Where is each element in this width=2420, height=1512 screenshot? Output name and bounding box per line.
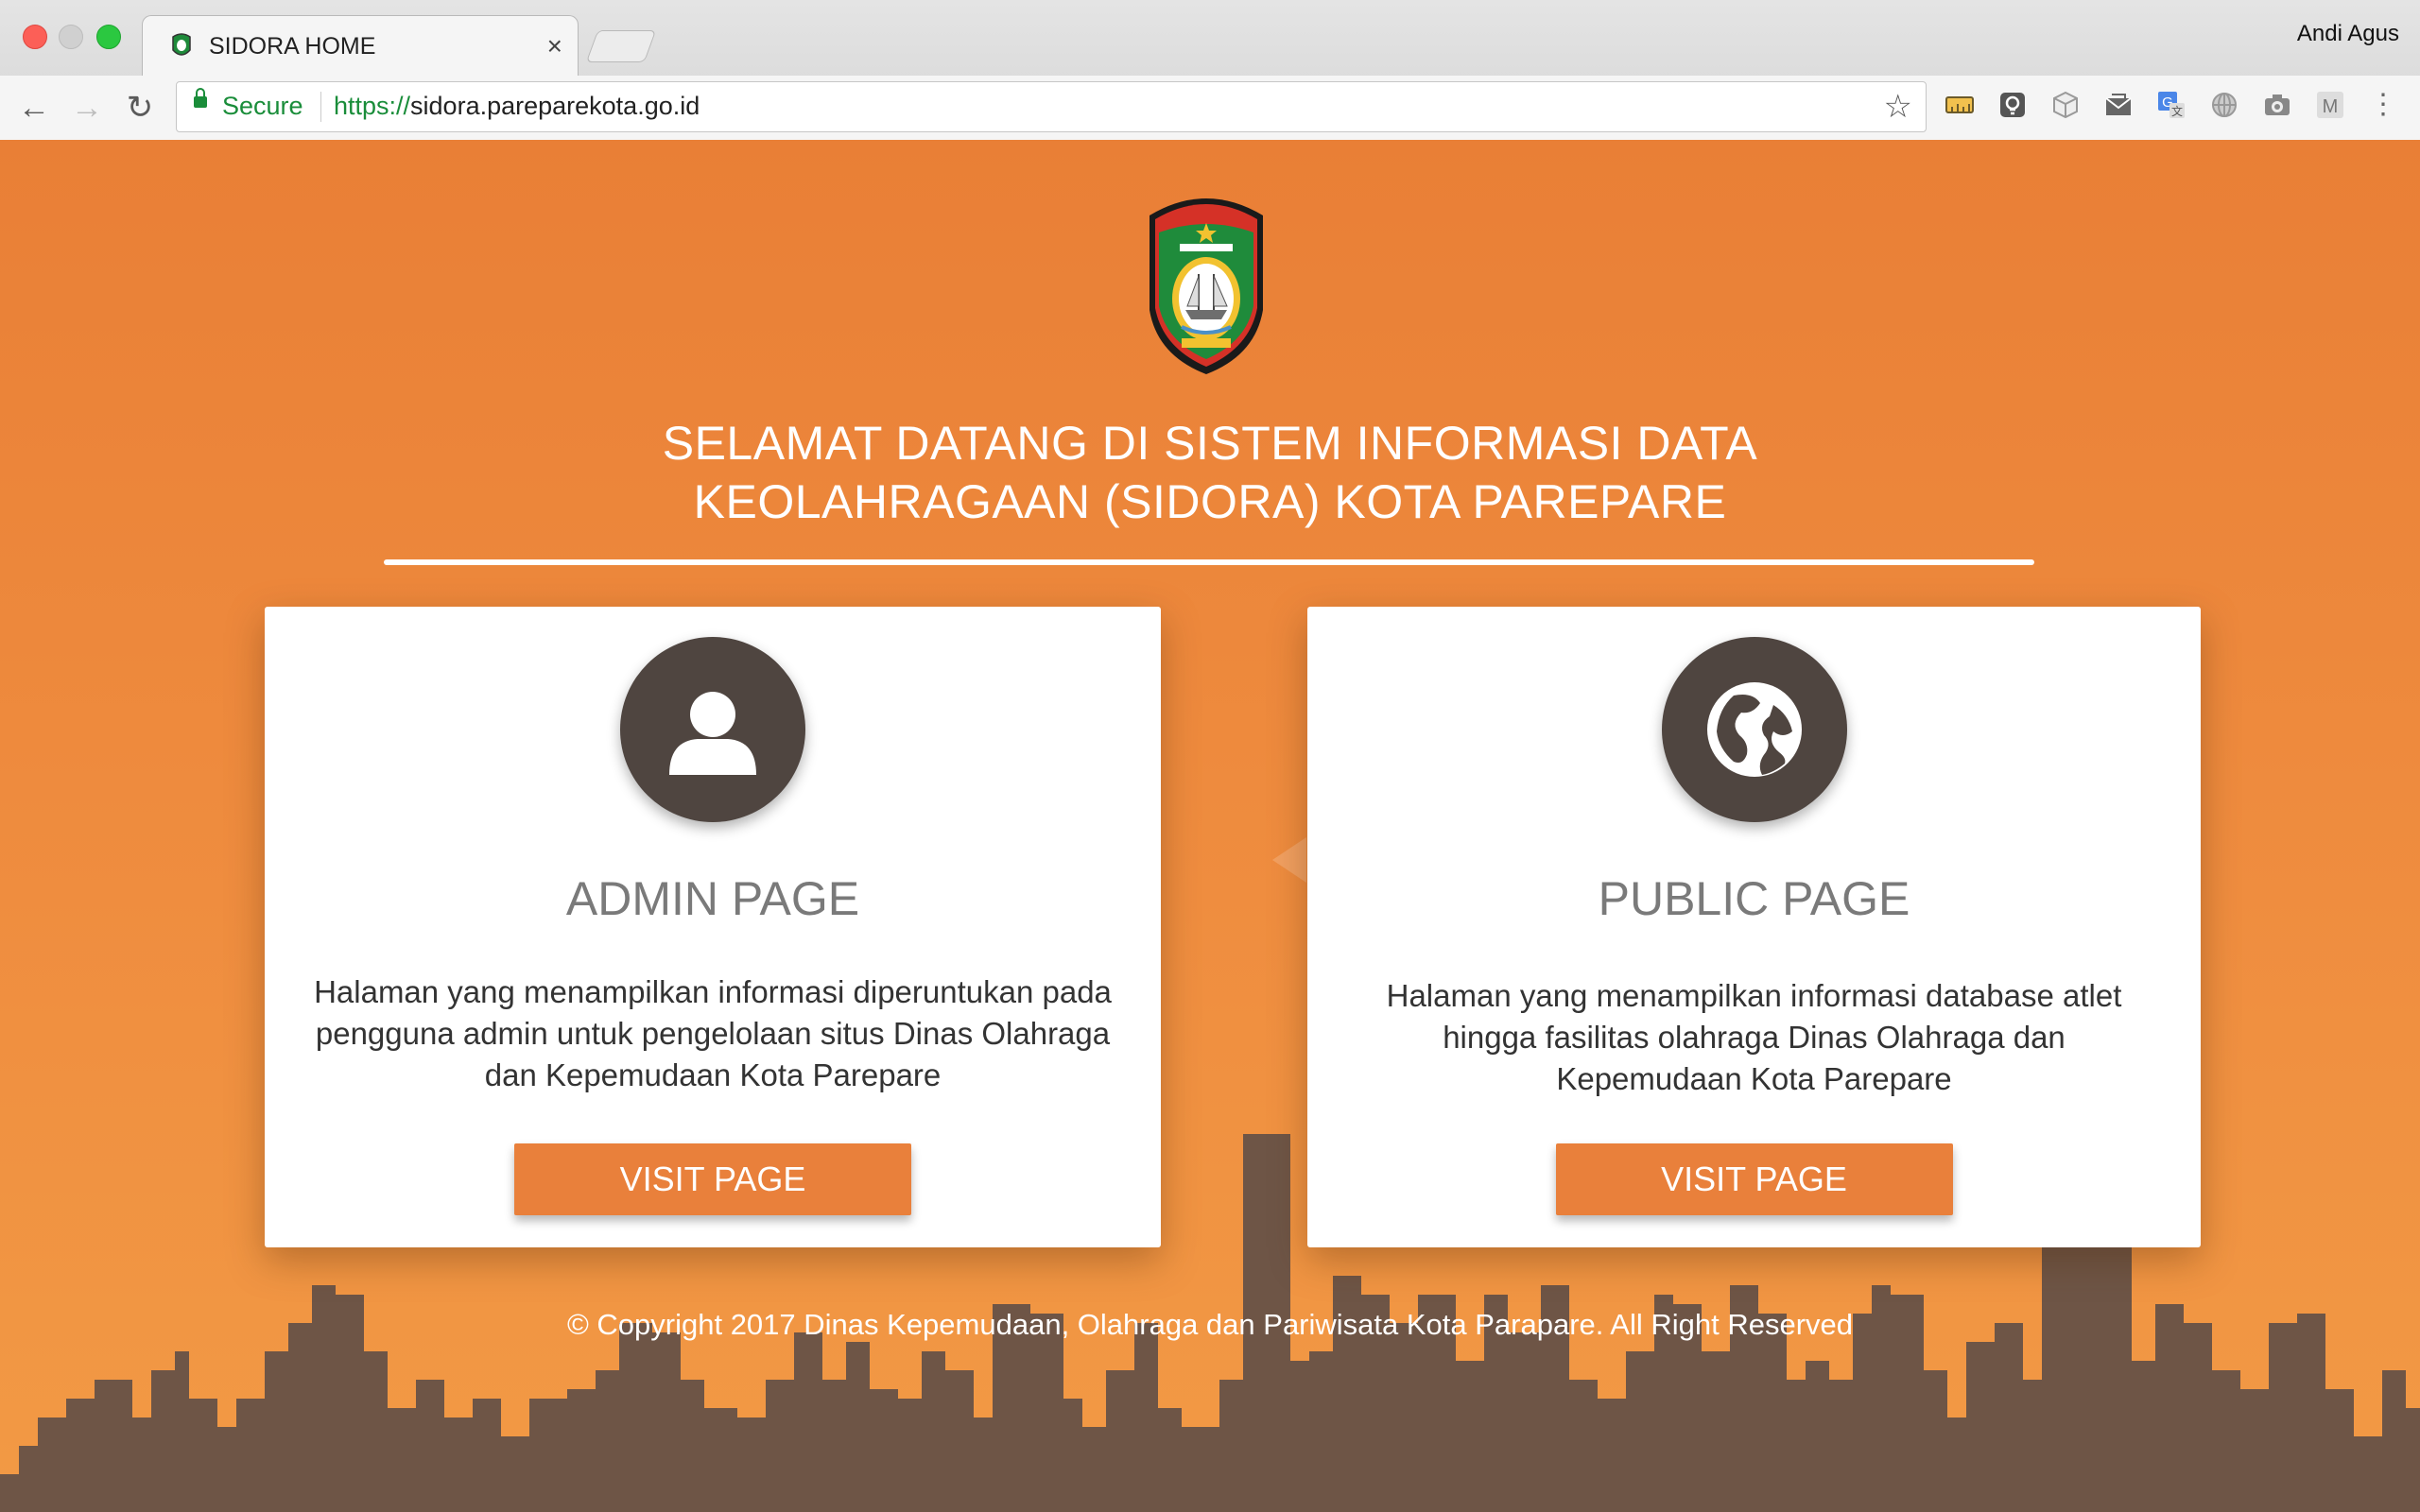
globe-icon: [1706, 682, 1802, 777]
tab-sidora-home[interactable]: SIDORA HOME ×: [142, 15, 579, 77]
mail-icon[interactable]: [2102, 89, 2135, 121]
page-body: SELAMAT DATANG DI SISTEM INFORMASI DATA …: [0, 140, 2420, 1512]
public-icon-circle: [1661, 637, 1847, 822]
ruler-icon[interactable]: [1944, 89, 1976, 121]
bookmark-star-icon[interactable]: ☆: [1884, 88, 1912, 126]
bulb-icon[interactable]: [1996, 89, 2029, 121]
new-tab-button[interactable]: [585, 30, 657, 62]
tab-strip: SIDORA HOME × Andi Agus: [0, 0, 2420, 77]
welcome-heading: SELAMAT DATANG DI SISTEM INFORMASI DATA …: [454, 414, 1966, 531]
public-page-description: Halaman yang menampilkan informasi datab…: [1386, 978, 2122, 1096]
admin-visit-page-button[interactable]: VISIT PAGE: [514, 1143, 911, 1215]
public-page-title: PUBLIC PAGE: [1598, 872, 1910, 925]
admin-page-title: ADMIN PAGE: [565, 872, 860, 925]
svg-text:M: M: [2323, 96, 2339, 117]
url-text[interactable]: https://sidora.pareparekota.go.id: [334, 92, 700, 121]
welcome-line-1: SELAMAT DATANG DI SISTEM INFORMASI DATA: [662, 417, 1758, 470]
back-button[interactable]: ←: [13, 87, 55, 129]
minimize-window-button[interactable]: [59, 25, 83, 49]
public-page-card: PUBLIC PAGE Halaman yang menampilkan inf…: [1307, 607, 2201, 1247]
tab-title: SIDORA HOME: [209, 33, 376, 60]
admin-page-card: ADMIN PAGE Halaman yang menampilkan info…: [265, 607, 1161, 1247]
tab-close-icon[interactable]: ×: [547, 31, 562, 61]
welcome-line-2: KEOLAHRAGAAN (SIDORA) KOTA PAREPARE: [693, 475, 1727, 528]
lock-icon: [194, 88, 207, 108]
cube-icon[interactable]: [2049, 89, 2082, 121]
copyright-footer: © Copyright 2017 Dinas Kepemudaan, Olahr…: [566, 1308, 1854, 1341]
city-emblem-logo: [1150, 198, 1263, 374]
secure-label: Secure: [222, 92, 303, 120]
url-scheme: https://: [334, 92, 411, 120]
svg-text:文: 文: [2171, 104, 2183, 118]
close-window-button[interactable]: [23, 25, 47, 49]
menu-icon[interactable]: ⋮: [2367, 89, 2399, 121]
camera-icon[interactable]: [2261, 89, 2293, 121]
public-visit-page-button[interactable]: VISIT PAGE: [1555, 1143, 1953, 1215]
url-host: sidora.pareparekota.go.id: [410, 92, 700, 120]
omnibox-separator: [320, 92, 321, 122]
reload-button[interactable]: ↻: [119, 87, 161, 129]
browser-chrome: SIDORA HOME × Andi Agus ← → ↻ Secure htt…: [0, 0, 2420, 141]
browser-toolbar: ← → ↻ Secure https://sidora.pareparekota…: [0, 76, 2420, 140]
m-icon[interactable]: M: [2314, 89, 2346, 121]
maximize-window-button[interactable]: [96, 25, 121, 49]
address-bar[interactable]: Secure https://sidora.pareparekota.go.id…: [176, 81, 1927, 132]
profile-name[interactable]: Andi Agus: [2297, 21, 2399, 47]
emblem-favicon-icon: [172, 33, 191, 56]
heading-divider: [384, 559, 2034, 565]
decorative-arrow: [1272, 837, 1306, 883]
translate-icon[interactable]: G文: [2155, 89, 2187, 121]
admin-icon-circle: [620, 637, 805, 822]
admin-page-description: Halaman yang menampilkan informasi diper…: [314, 974, 1112, 1092]
user-icon: [669, 692, 756, 775]
forward-button[interactable]: →: [66, 87, 108, 129]
globe-icon[interactable]: [2208, 89, 2240, 121]
